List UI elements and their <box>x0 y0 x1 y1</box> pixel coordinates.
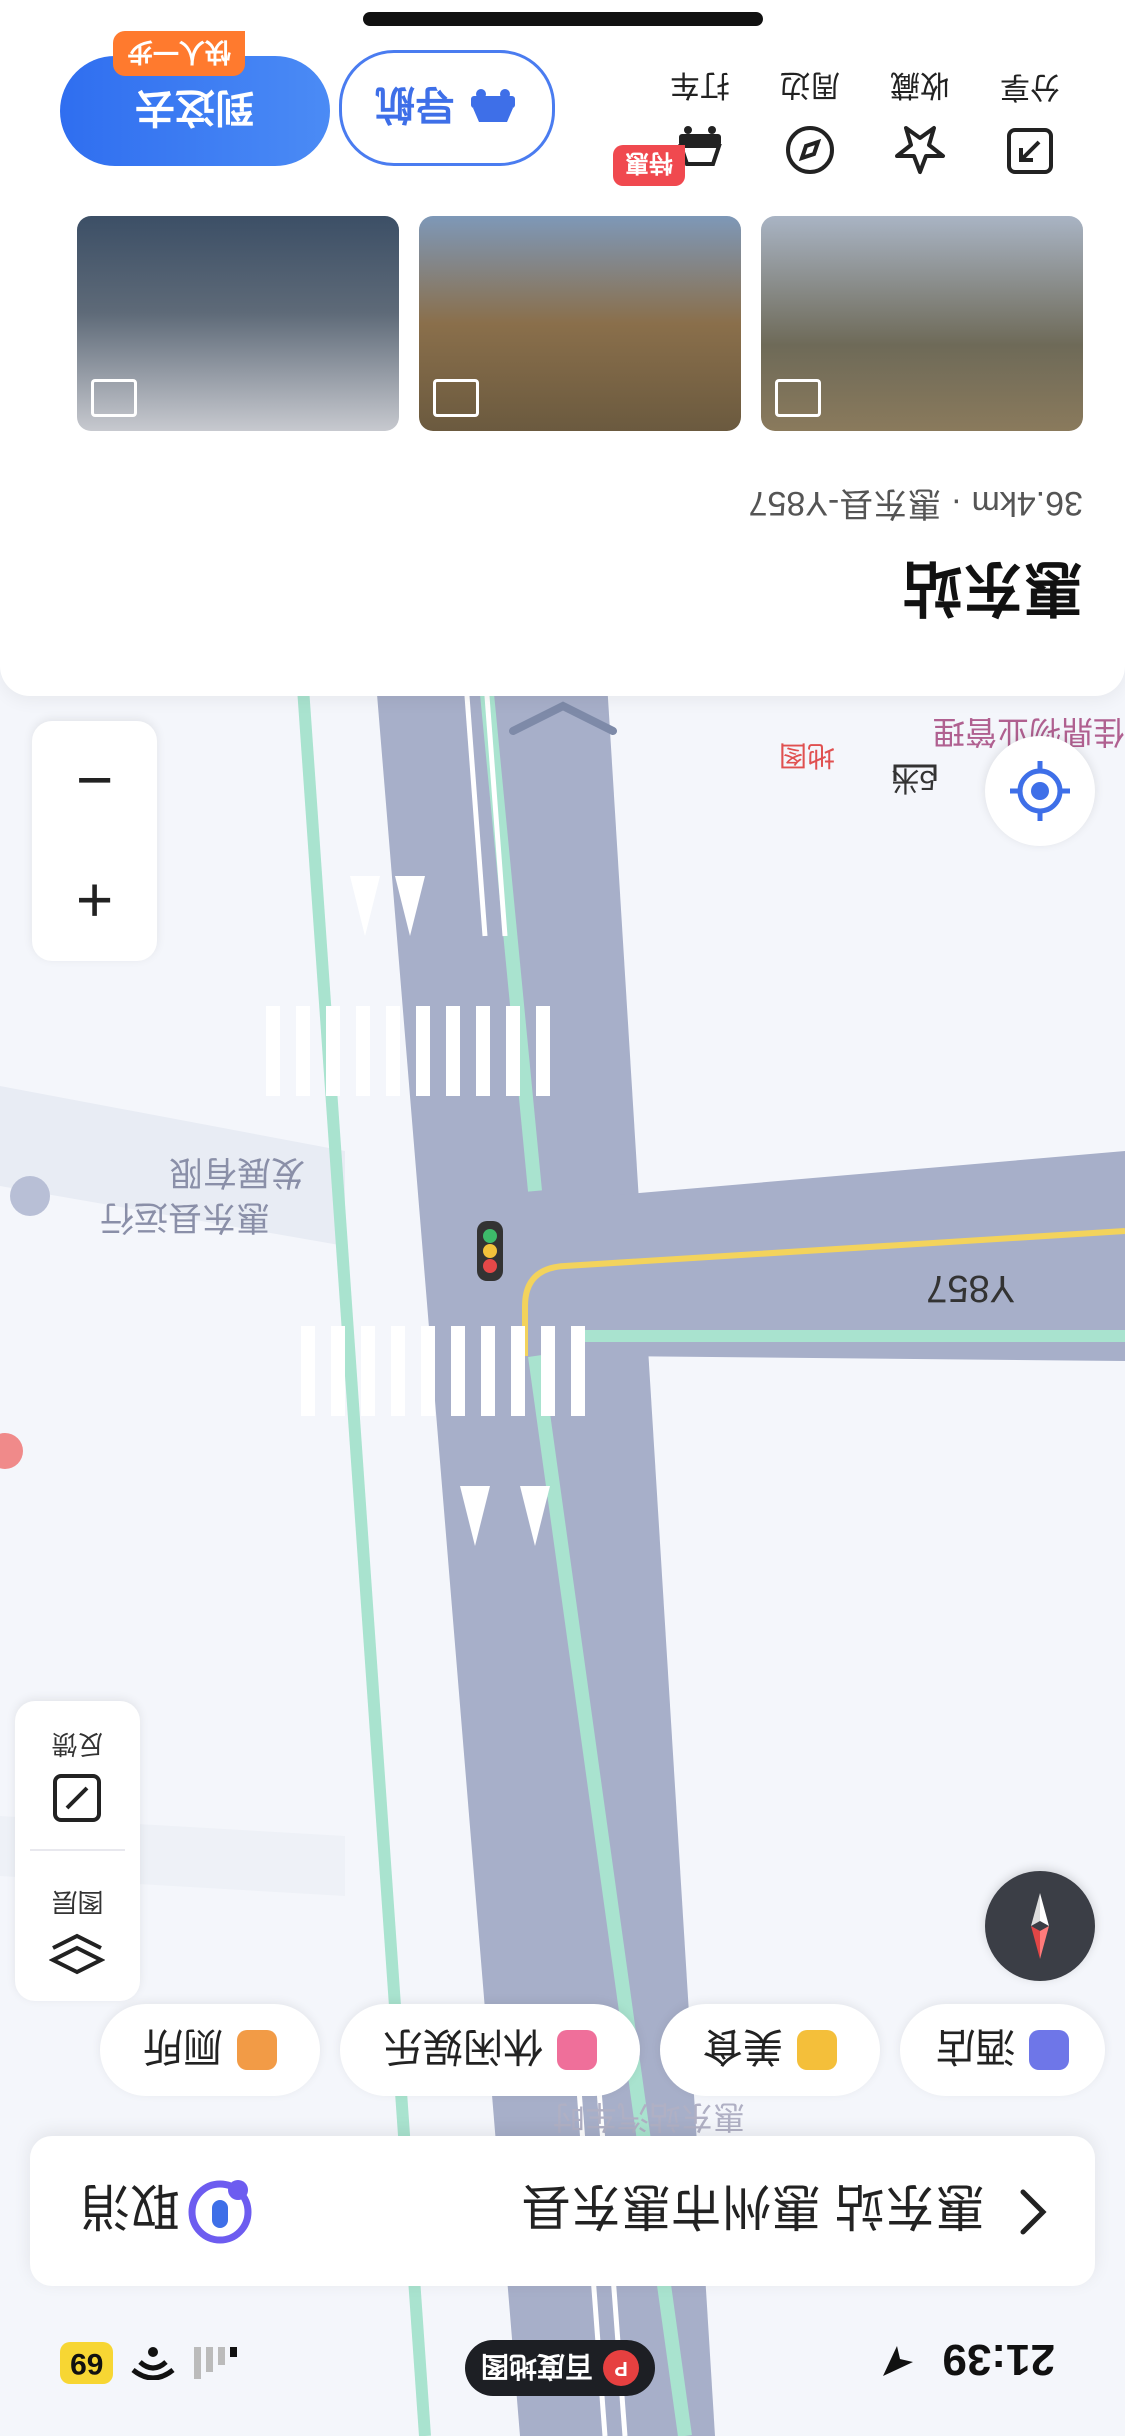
category-chips: 酒店 美食 休闲娱乐 厕所 <box>0 1996 1105 2096</box>
chip-hotel[interactable]: 酒店 <box>900 2004 1105 2096</box>
compass-button[interactable] <box>985 1871 1095 1981</box>
poi-title: 惠东站 <box>903 554 1083 621</box>
company-label: 发展有限 <box>169 1153 305 1191</box>
star-icon <box>895 126 945 174</box>
baidu-logo-icon: P <box>603 2350 640 2386</box>
poi-photo[interactable] <box>419 216 741 431</box>
map-watermark: 地图 <box>779 740 835 771</box>
chip-label: 美食 <box>703 2024 783 2068</box>
app-pill-label: 百度地图 <box>481 2351 594 2382</box>
poi-photo[interactable] <box>761 216 1083 431</box>
layers-icon <box>49 1934 106 1975</box>
home-indicator[interactable] <box>363 12 763 26</box>
search-input[interactable]: 惠东站 惠州市惠东县 <box>521 2174 985 2246</box>
search-bar[interactable]: 惠东站 惠州市惠东县 取消 <box>30 2136 1095 2286</box>
status-bar: 21:39 P 百度地图 69 <box>0 2296 1125 2436</box>
nearby-button[interactable]: 周边 <box>765 66 855 176</box>
chip-entertainment[interactable]: 休闲娱乐 <box>340 2004 640 2096</box>
poi-label: 惠东站汽车时 <box>553 2099 745 2135</box>
favorite-label: 收藏 <box>890 68 950 101</box>
nearby-label: 周边 <box>780 68 840 101</box>
chip-label: 休闲娱乐 <box>383 2024 543 2068</box>
separator: · <box>941 484 963 522</box>
company-label: 惠东县运行 <box>100 1198 270 1236</box>
signal-icon <box>194 2347 238 2379</box>
feedback-icon <box>53 1774 102 1823</box>
map-tools-panel: 图层 反馈 <box>15 1701 140 2001</box>
entertainment-icon <box>557 2030 597 2070</box>
poi-distance: 36.4km <box>971 484 1084 522</box>
voice-search-icon[interactable] <box>180 2172 260 2252</box>
feedback-button[interactable]: 反馈 <box>15 1706 140 1846</box>
image-icon <box>91 379 137 417</box>
chip-label: 酒店 <box>935 2024 1016 2068</box>
poi-actions: 分享 收藏 周边 打车 特惠 导航 到这去 快人一步 <box>0 26 1125 186</box>
favorite-button[interactable]: 收藏 <box>875 66 965 176</box>
discount-badge: 特惠 <box>613 145 685 186</box>
chip-label: 厕所 <box>143 2024 223 2068</box>
status-time: 21:39 <box>942 2335 1055 2384</box>
image-icon <box>775 379 821 417</box>
poi-marker-icon <box>10 1176 50 1216</box>
chip-toilet[interactable]: 厕所 <box>100 2004 320 2096</box>
poi-address: 惠东县-Y857 <box>748 484 942 522</box>
photo-strip <box>23 216 1083 431</box>
zoom-in-button[interactable]: + <box>32 841 157 961</box>
navigate-label: 导航 <box>375 82 455 126</box>
locate-me-button[interactable] <box>985 736 1095 846</box>
wifi-icon <box>131 2347 175 2380</box>
compass-icon <box>1031 1893 1049 1959</box>
car-icon <box>471 89 515 122</box>
app-pill[interactable]: P 百度地图 <box>465 2340 655 2396</box>
status-icons: 69 <box>60 2342 238 2384</box>
taxi-label: 打车 <box>670 68 730 101</box>
food-icon <box>797 2030 837 2070</box>
poi-detail-sheet: 惠东站 36.4km · 惠东县-Y857 分享 收藏 周边 打车 特惠 导航 … <box>0 0 1125 696</box>
layers-button[interactable]: 图层 <box>15 1861 140 2001</box>
back-icon[interactable] <box>1003 2184 1059 2240</box>
share-label: 分享 <box>1000 70 1060 103</box>
share-icon <box>1007 128 1053 174</box>
poi-photo[interactable] <box>77 216 399 431</box>
toilet-icon <box>237 2030 277 2070</box>
chip-food[interactable]: 美食 <box>660 2004 880 2096</box>
feedback-label: 反馈 <box>51 1729 104 1760</box>
zoom-controls: + − <box>32 721 157 961</box>
image-icon <box>433 379 479 417</box>
location-arrow-icon <box>883 2346 913 2376</box>
share-button[interactable]: 分享 <box>985 68 1075 176</box>
road-label-y857: Y857 <box>926 1267 1015 1309</box>
layers-label: 图层 <box>51 1887 104 1918</box>
scale-label: 5米 <box>891 765 935 796</box>
zoom-out-button[interactable]: − <box>32 721 157 841</box>
compass-icon <box>786 126 834 174</box>
navigate-button[interactable]: 导航 <box>339 50 555 166</box>
poi-subtitle: 36.4km · 惠东县-Y857 <box>749 482 1083 531</box>
cancel-button[interactable]: 取消 <box>80 2174 180 2246</box>
divider <box>30 1849 125 1851</box>
fast-badge: 快人一步 <box>112 31 245 76</box>
locate-icon <box>1010 761 1070 821</box>
battery-indicator: 69 <box>60 2342 114 2384</box>
hotel-icon <box>1029 2030 1070 2070</box>
